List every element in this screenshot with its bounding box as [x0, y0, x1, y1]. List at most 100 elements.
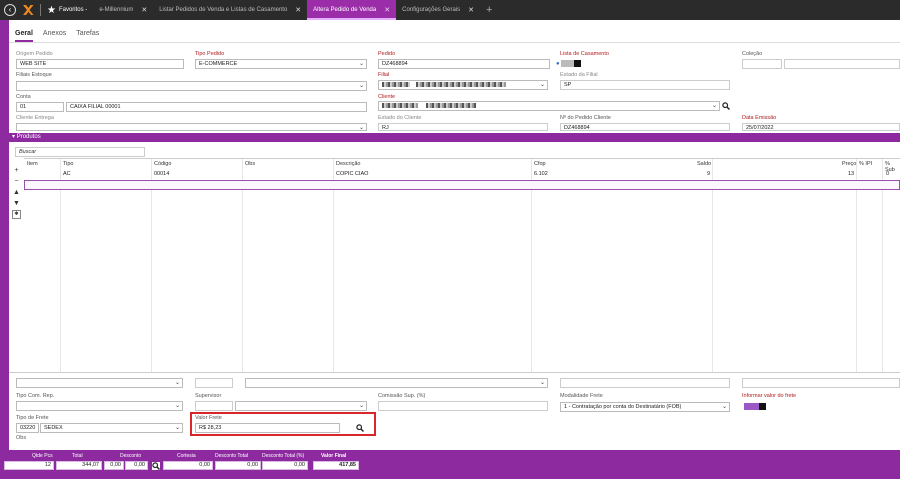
chevron-down-icon: ⌄ [358, 61, 364, 67]
row-select-top[interactable]: ⌄ [245, 378, 548, 388]
move-up-button[interactable]: ▲ [12, 188, 21, 197]
column-header-ipi[interactable]: % IPI [859, 161, 872, 167]
origem-pedido-label: Origem Pedido [16, 51, 53, 57]
top-field-5[interactable] [742, 378, 900, 388]
column-header-preco[interactable]: Preço [842, 161, 856, 167]
data-emissao-field[interactable]: 25/07/2022 [742, 123, 900, 131]
pedido-cliente-field[interactable]: DZ468894 [560, 123, 730, 131]
tab-e-millennium[interactable]: e-Millennium ✕ [93, 0, 153, 20]
remove-row-button[interactable]: − [12, 177, 21, 186]
top-left-select[interactable]: ⌄ [16, 378, 183, 388]
grid-column-divider [60, 159, 61, 372]
chevron-down-icon: ⌄ [711, 103, 717, 109]
favorites-menu[interactable]: ★ Favoritos - [47, 5, 87, 16]
tab-geral[interactable]: Geral [15, 30, 33, 42]
tabs-divider [9, 42, 900, 43]
back-arrow-icon[interactable]: ‹ [4, 4, 16, 16]
column-header-saldo[interactable]: Saldo [697, 161, 711, 167]
informar-valor-frete-label: Informar valor do frete [742, 393, 797, 399]
cell-preco[interactable]: 13 [848, 171, 854, 177]
origem-pedido-field[interactable]: WEB SITE [16, 59, 184, 69]
supervisor-label: Supervisor [195, 393, 222, 399]
close-icon[interactable]: ✕ [468, 6, 474, 14]
filiais-estoque-select[interactable]: ⌄ [16, 81, 367, 91]
modalidade-frete-label: Modalidade Frete [560, 393, 603, 399]
grid-column-divider [856, 159, 857, 372]
close-icon[interactable]: ✕ [141, 6, 147, 14]
column-header-descricao[interactable]: Descrição [336, 161, 360, 167]
supervisor-name-select[interactable]: ⌄ [235, 401, 367, 411]
valor-frete-value: R$ 28,23 [199, 425, 222, 431]
conta-name-field[interactable]: CAIXA FILIAL 00001 [66, 102, 367, 112]
chevron-down-icon: ⌄ [358, 403, 364, 409]
cliente-label: Cliente [378, 94, 396, 100]
search-icon[interactable] [356, 424, 364, 432]
colecao-code-field[interactable] [742, 59, 782, 69]
column-header-obs[interactable]: Obs [245, 161, 255, 167]
toolbar-divider [40, 4, 41, 16]
grid-column-divider [882, 159, 883, 372]
produtos-grid: Item Tipo Código Obs Descrição Cfop Sald… [24, 158, 900, 372]
chevron-down-icon: ⌄ [539, 380, 545, 386]
tab-tarefas[interactable]: Tarefas [76, 30, 99, 42]
filial-select[interactable]: ⌄ [378, 80, 548, 90]
estado-filial-field: SP [560, 80, 730, 90]
column-header-codigo[interactable]: Código [154, 161, 171, 167]
cell-ipi[interactable]: 0 [886, 171, 889, 177]
colecao-name-field[interactable] [784, 59, 900, 69]
cell-cfop[interactable]: 6.102 [534, 171, 548, 177]
move-down-button[interactable]: ▼ [12, 199, 21, 208]
top-field-4[interactable] [560, 378, 730, 388]
redacted-filial-name [415, 82, 506, 88]
cell-codigo[interactable]: 00014 [154, 171, 169, 177]
chevron-down-icon: ⌄ [721, 404, 727, 410]
tipo-pedido-select[interactable]: E-COMMERCE ⌄ [195, 59, 367, 69]
close-icon[interactable]: ✕ [384, 6, 390, 14]
data-emissao-label: Data Emissão [742, 115, 777, 121]
produtos-search-input[interactable]: Buscar [15, 147, 145, 157]
comissao-sup-field[interactable] [378, 401, 548, 411]
close-icon[interactable]: ✕ [295, 6, 301, 14]
column-header-cfop[interactable]: Cfop [534, 161, 546, 167]
tipo-com-rep-select[interactable]: ⌄ [16, 401, 183, 411]
search-icon[interactable] [152, 462, 160, 470]
column-header-item[interactable]: Item [27, 161, 38, 167]
tipo-pedido-value: E-COMMERCE [199, 61, 238, 67]
search-icon[interactable] [722, 102, 730, 110]
desconto-value: 0,00 [104, 461, 124, 470]
conta-code-field[interactable]: 01 [16, 102, 64, 112]
cliente-entrega-select[interactable]: ⌄ [16, 123, 367, 131]
modalidade-frete-value: 1 - Contratação por conta do Destinatári… [564, 404, 682, 410]
qtde-pcs-label: Qtde Pcs [32, 453, 53, 459]
modalidade-frete-select[interactable]: 1 - Contratação por conta do Destinatári… [560, 402, 730, 412]
produtos-header[interactable]: ▾ Produtos [9, 133, 900, 142]
tipo-frete-select[interactable]: SEDEX ⌄ [40, 423, 183, 433]
tipo-pedido-label: Tipo Pedido [195, 51, 225, 57]
cell-saldo[interactable]: 9 [707, 171, 710, 177]
valor-frete-field[interactable]: R$ 28,23 [195, 423, 340, 433]
add-tab-icon[interactable]: + [486, 4, 492, 16]
cliente-select[interactable]: ⌄ [378, 101, 720, 111]
add-row-button[interactable]: + [12, 166, 21, 175]
grid-options-button[interactable]: ✱ [12, 210, 21, 219]
tab-anexos[interactable]: Anexos [43, 30, 66, 42]
informar-valor-frete-toggle[interactable] [744, 403, 766, 410]
cell-descricao[interactable]: COPIC CIAO [336, 171, 368, 177]
tipo-frete-code-field[interactable]: 03220 [16, 423, 39, 433]
cell-tipo[interactable]: AC [63, 171, 71, 177]
inner-tabs: Geral Anexos Tarefas [15, 30, 99, 42]
valor-final-label: Valor Final [321, 453, 347, 459]
supervisor-code-top[interactable] [195, 378, 233, 388]
lista-casamento-toggle[interactable] [561, 60, 581, 67]
pedido-field[interactable]: DZ468894 [378, 59, 550, 69]
info-icon[interactable]: ● [556, 61, 560, 67]
tab-altera-pedido[interactable]: Altera Pedido de Venda ✕ [307, 0, 397, 20]
tab-label: Listar Pedidos de Venda e Listas de Casa… [159, 7, 288, 13]
column-header-tipo[interactable]: Tipo [63, 161, 74, 167]
supervisor-code-field[interactable] [195, 401, 233, 411]
cliente-entrega-label: Cliente Entrega [16, 115, 54, 121]
tab-configuracoes-gerais[interactable]: Configurações Gerais ✕ [396, 0, 480, 20]
desconto-label: Desconto [120, 453, 142, 459]
tab-listar-pedidos[interactable]: Listar Pedidos de Venda e Listas de Casa… [153, 0, 307, 20]
table-row-new[interactable] [24, 180, 900, 190]
